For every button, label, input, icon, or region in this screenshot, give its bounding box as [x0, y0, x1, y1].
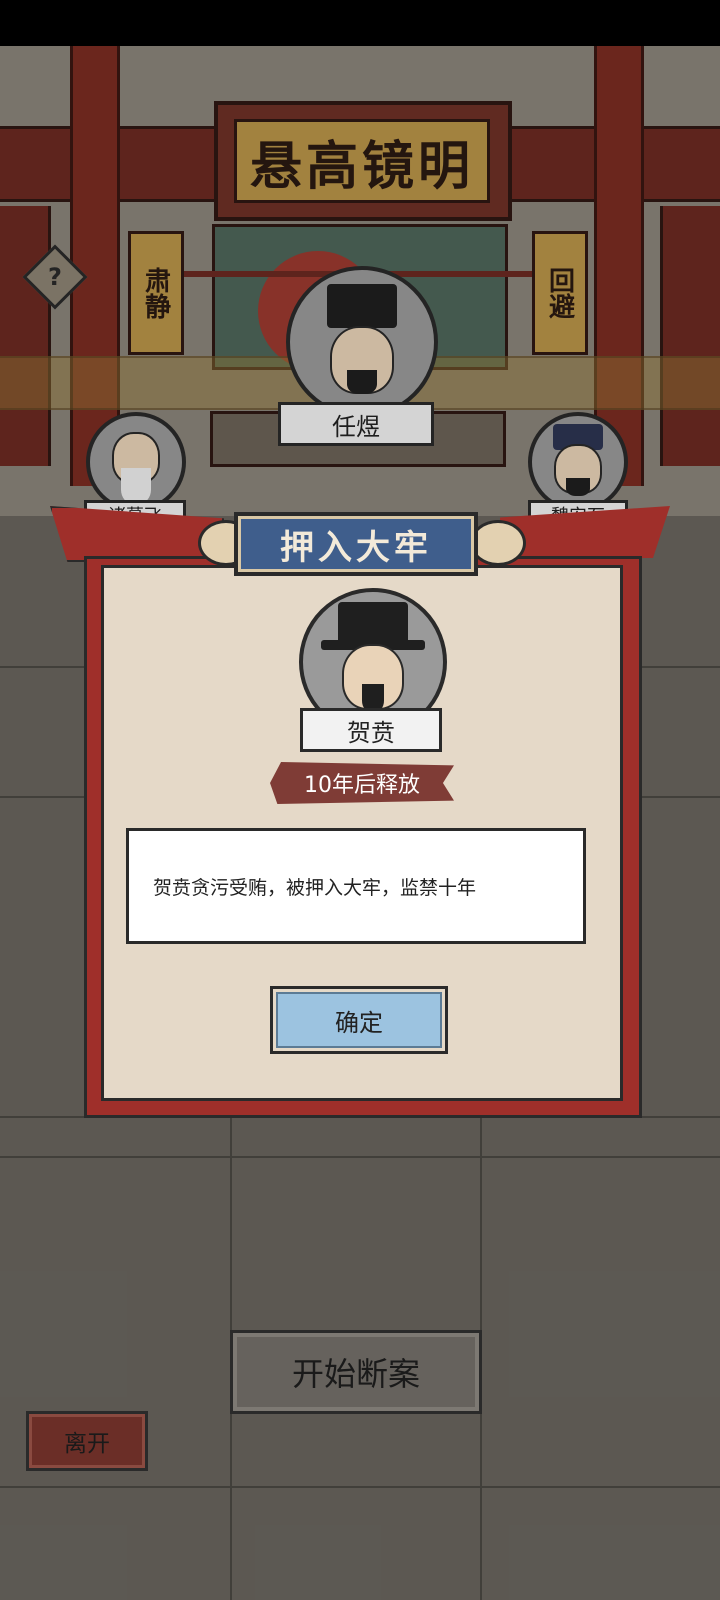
verdict-badge: 10年后释放	[270, 762, 454, 804]
scroll-end-right	[470, 520, 526, 566]
defendant-name-tag: 贺贲	[300, 708, 442, 752]
verdict-description: 贺贲贪污受贿，被押入大牢，监禁十年	[126, 828, 586, 944]
dialog-body: 贺贲 10年后释放 贺贲贪污受贿，被押入大牢，监禁十年 确定	[101, 565, 623, 1101]
start-case-button[interactable]: 开始断案	[230, 1330, 482, 1414]
description-text: 贺贲贪污受贿，被押入大牢，监禁十年	[153, 876, 477, 899]
confirm-button[interactable]: 确定	[270, 986, 448, 1054]
leave-button[interactable]: 离开	[26, 1411, 148, 1471]
verdict-dialog: 贺贲 10年后释放 贺贲贪污受贿，被押入大牢，监禁十年 确定	[84, 556, 642, 1118]
dialog-title: 押入大牢	[234, 512, 478, 576]
status-bar	[0, 0, 720, 46]
